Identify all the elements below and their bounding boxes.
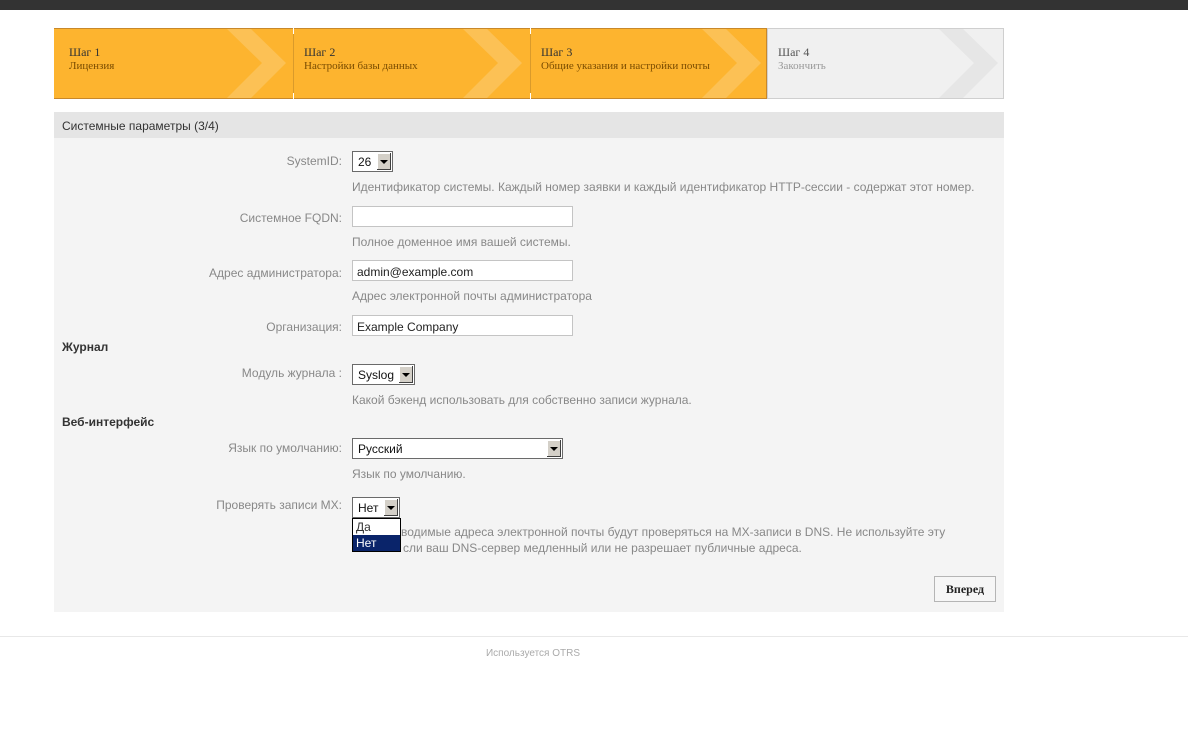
footer-divider (0, 636, 1188, 637)
check-mx-hint-line2: сли ваш DNS-сервер медленный или не разр… (403, 541, 802, 555)
chevron-down-icon[interactable] (546, 440, 561, 457)
system-id-select[interactable]: 26 (352, 151, 393, 172)
step-arrow-icon (463, 29, 522, 98)
admin-email-hint: Адрес электронной почты администратора (352, 289, 592, 303)
panel-header: Системные параметры (3/4) (54, 112, 1004, 138)
system-id-value: 26 (358, 155, 372, 169)
top-bar (0, 0, 1188, 10)
organization-label: Организация: (266, 320, 342, 334)
chevron-down-icon[interactable] (383, 499, 398, 516)
system-id-hint: Идентификатор системы. Каждый номер заяв… (352, 180, 975, 194)
web-section-heading: Веб-интерфейс (62, 415, 155, 429)
log-module-label: Модуль журнала : (241, 366, 342, 380)
default-language-label: Язык по умолчанию: (228, 441, 342, 455)
default-language-hint: Язык по умолчанию. (352, 467, 466, 481)
log-module-select[interactable]: Syslog (352, 364, 415, 385)
log-module-hint: Какой бэкенд использовать для собственно… (352, 393, 692, 407)
wizard-step-3: Шаг 3 Общие указания и настройки почты (531, 28, 767, 99)
chevron-down-icon[interactable] (398, 366, 413, 383)
check-mx-dropdown: Да Нет (352, 518, 401, 552)
chevron-down-icon[interactable] (376, 153, 391, 170)
check-mx-option-yes[interactable]: Да (353, 519, 400, 535)
wizard-step-2: Шаг 2 Настройки базы данных (294, 28, 530, 99)
step-arrow-icon (227, 29, 286, 98)
wizard-steps: Шаг 1 Лицензия Шаг 2 Настройки базы данн… (54, 28, 1004, 99)
step-title: Шаг 2 (304, 45, 336, 59)
settings-panel: Системные параметры (3/4) SystemID: 26 И… (54, 112, 1004, 612)
wizard-step-4: Шаг 4 Закончить (767, 28, 1004, 99)
fqdn-hint: Полное доменное имя вашей системы. (352, 235, 571, 249)
step-subtitle: Общие указания и настройки почты (541, 60, 710, 72)
step-arrow-icon (702, 29, 761, 98)
step-subtitle: Настройки базы данных (304, 60, 418, 72)
default-language-select[interactable]: Русский (352, 438, 563, 459)
wizard-step-1: Шаг 1 Лицензия (54, 28, 293, 99)
fqdn-label: Системное FQDN: (239, 211, 342, 225)
admin-email-label: Адрес администратора: (209, 266, 342, 280)
check-mx-value: Нет (358, 501, 379, 515)
fqdn-input[interactable] (352, 206, 573, 227)
step-title: Шаг 3 (541, 45, 573, 59)
check-mx-label: Проверять записи MX: (216, 498, 342, 512)
admin-email-input[interactable]: admin@example.com (352, 260, 573, 281)
check-mx-hint-line1: водимые адреса электронной почты будут п… (401, 525, 946, 539)
default-language-value: Русский (358, 442, 403, 456)
step-subtitle: Лицензия (69, 60, 115, 72)
check-mx-option-no[interactable]: Нет (353, 535, 400, 551)
system-id-label: SystemID: (286, 154, 342, 168)
step-title: Шаг 1 (69, 45, 101, 59)
step-subtitle: Закончить (778, 60, 826, 72)
organization-input[interactable]: Example Company (352, 315, 573, 336)
step-title: Шаг 4 (778, 45, 810, 59)
log-section-heading: Журнал (62, 340, 109, 354)
next-button[interactable]: Вперед (934, 576, 996, 602)
log-module-value: Syslog (358, 368, 395, 382)
panel-title: Системные параметры (3/4) (62, 119, 219, 133)
footer-text: Используется OTRS (485, 648, 581, 659)
check-mx-select[interactable]: Нет (352, 497, 400, 518)
step-arrow-icon (939, 29, 998, 98)
